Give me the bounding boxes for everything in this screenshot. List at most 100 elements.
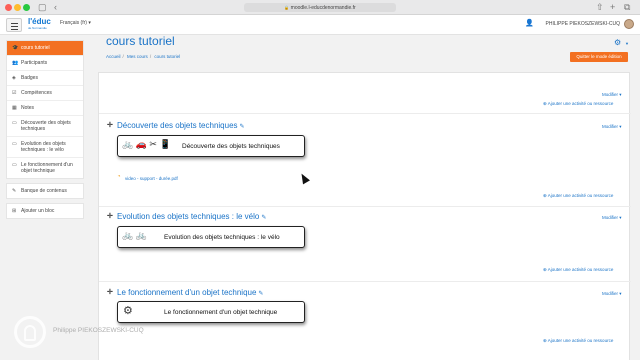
sidebar-item-add-block[interactable]: ⊞ Ajouter un bloc	[7, 204, 83, 218]
add-activity-link[interactable]: ⊕ Ajouter une activité ou ressource	[543, 338, 613, 344]
top-navbar: l'éduc de Normandie Français (fr) ▾ 👤 PH…	[0, 15, 640, 35]
table-icon: ▦	[12, 105, 17, 111]
language-selector[interactable]: Français (fr) ▾	[60, 20, 91, 26]
section-title-text: Découverte des objets techniques	[117, 121, 238, 130]
sidebar-item-label: Badges	[21, 75, 38, 81]
sidebar-item-label: Participants	[21, 60, 48, 66]
lock-icon: 🔒	[284, 5, 290, 10]
section-banner: 🚲 🚲 Evolution des objets techniques : le…	[117, 226, 305, 248]
sidebar-item-label: Evolution des objets techniques : le vél…	[21, 141, 66, 153]
banner-text: Découverte des objets techniques	[182, 143, 280, 150]
site-logo[interactable]: l'éduc de Normandie	[28, 17, 54, 32]
section-banner: 🚲 🚗 ✂ 📱 Découverte des objets techniques	[117, 135, 305, 157]
chevron-down-icon[interactable]: ▼	[625, 41, 629, 46]
add-activity-label: Ajouter une activité ou ressource	[547, 193, 614, 198]
section-title-text: Evolution des objets techniques : le vél…	[117, 212, 260, 221]
share-icon[interactable]: ⇧	[596, 1, 604, 14]
move-icon[interactable]: ✛	[107, 212, 113, 220]
sidebar-item-label: Découverte des objets techniques	[21, 120, 71, 132]
sidebar-item-label: cours tutoriel	[21, 45, 50, 51]
sidebar-extra-group: ⊞ Ajouter un bloc	[6, 203, 84, 219]
section-title[interactable]: Découverte des objets techniques ✎	[117, 121, 245, 130]
back-arrow-icon[interactable]: ‹	[54, 1, 57, 14]
sidebar-nav: 🎓 cours tutoriel 👥 Participants ◈ Badges ☑ C…	[6, 40, 84, 223]
watermark-logo	[14, 316, 46, 348]
sidebar-item-competences[interactable]: ☑ Compétences	[7, 86, 83, 101]
zoom-window-icon[interactable]	[23, 4, 30, 11]
pencil-icon[interactable]: ✎	[258, 291, 263, 297]
url-text: moodle.l-educdenormandie.fr	[290, 5, 356, 11]
modify-menu[interactable]: Modifier ▾	[602, 92, 622, 98]
new-tab-icon[interactable]: +	[610, 1, 615, 14]
pdf-file-icon: ◔	[117, 174, 121, 180]
file-link[interactable]: video - support - durée.pdf	[125, 176, 178, 181]
minimize-window-icon[interactable]	[14, 4, 21, 11]
sidebar-item-label: Notes	[21, 105, 35, 111]
graduation-cap-icon: 🎓	[12, 45, 19, 51]
sidebar-item-label: Compétences	[21, 90, 52, 96]
add-activity-link[interactable]: ⊕ Ajouter une activité ou ressource	[543, 193, 613, 199]
sidebar-item-section-1[interactable]: ▭ Découverte des objets techniques	[7, 116, 83, 137]
quit-edit-mode-button[interactable]: Quitter le mode édition	[570, 52, 628, 62]
gears-icon: ⚙	[123, 305, 133, 317]
page-title: cours tutoriel	[106, 34, 175, 48]
banner-text: Le fonctionnement d'un objet technique	[164, 309, 278, 316]
breadcrumb-my-courses[interactable]: Mes cours	[127, 54, 148, 59]
close-window-icon[interactable]	[5, 4, 12, 11]
sidebar-tools-group: ✎ Banque de contenus	[6, 183, 84, 199]
add-activity-link[interactable]: ⊕ Ajouter une activité ou ressource	[543, 101, 613, 107]
add-activity-label: Ajouter une activité ou ressource	[547, 267, 614, 272]
sidebar-item-participants[interactable]: 👥 Participants	[7, 56, 83, 71]
section-banner: ⚙ Le fonctionnement d'un objet technique	[117, 301, 305, 323]
modify-menu[interactable]: Modifier ▾	[602, 215, 622, 221]
section-title-text: Le fonctionnement d'un objet technique	[117, 288, 257, 297]
add-activity-link[interactable]: ⊕ Ajouter une activité ou ressource	[543, 267, 613, 273]
sidebar-item-badges[interactable]: ◈ Badges	[7, 71, 83, 86]
plus-square-icon: ⊞	[12, 208, 17, 214]
sidebar-toggle-icon[interactable]: ▢	[38, 1, 47, 14]
bicycle-icon: 🚲 🚲	[122, 230, 147, 240]
add-activity-label: Ajouter une activité ou ressource	[547, 101, 614, 106]
user-menu[interactable]: PHILIPPE PIEKOSZEWSKI-CUQ	[546, 21, 620, 27]
avatar[interactable]	[624, 19, 634, 29]
pencil-icon[interactable]: ✎	[240, 124, 245, 130]
paint-brush-icon: ✎	[12, 188, 17, 194]
folder-icon: ▭	[12, 120, 17, 126]
badge-icon: ◈	[12, 75, 16, 81]
section-divider	[99, 206, 631, 207]
breadcrumb-course[interactable]: cours tutoriel	[154, 54, 180, 59]
modify-menu[interactable]: Modifier ▾	[602, 291, 622, 297]
users-icon: 👥	[12, 60, 19, 66]
section-divider	[99, 113, 631, 114]
sidebar-item-content-bank[interactable]: ✎ Banque de contenus	[7, 184, 83, 198]
banner-text: Evolution des objets techniques : le vél…	[164, 234, 280, 241]
gear-icon[interactable]: ⚙	[614, 38, 621, 47]
section-divider	[99, 281, 631, 282]
tab-overview-icon[interactable]: ⧉	[624, 1, 630, 14]
sidebar-item-label: Ajouter un bloc	[21, 208, 55, 214]
breadcrumb-home[interactable]: Accueil	[106, 54, 121, 59]
url-bar[interactable]: 🔒 moodle.l-educdenormandie.fr	[244, 3, 396, 12]
sidebar-course-group: 🎓 cours tutoriel 👥 Participants ◈ Badges ☑ C…	[6, 40, 84, 179]
section-title[interactable]: Le fonctionnement d'un objet technique ✎	[117, 288, 263, 297]
check-square-icon: ☑	[12, 90, 17, 96]
add-activity-label: Ajouter une activité ou ressource	[547, 338, 614, 343]
modify-menu[interactable]: Modifier ▾	[602, 124, 622, 130]
sidebar-item-notes[interactable]: ▦ Notes	[7, 101, 83, 116]
sidebar-item-label: Le fonctionnement d'un objet technique	[21, 162, 73, 174]
objects-icons: 🚲 🚗 ✂ 📱	[122, 139, 171, 149]
pencil-icon[interactable]: ✎	[261, 215, 266, 221]
folder-icon: ▭	[12, 141, 17, 147]
breadcrumb: Accueil / Mes cours / cours tutoriel	[106, 54, 181, 59]
folder-icon: ▭	[12, 162, 17, 168]
move-icon[interactable]: ✛	[107, 288, 113, 296]
hamburger-menu-button[interactable]	[6, 18, 22, 32]
section-title[interactable]: Evolution des objets techniques : le vél…	[117, 212, 266, 221]
sidebar-item-section-2[interactable]: ▭ Evolution des objets techniques : le vé…	[7, 137, 83, 158]
move-icon[interactable]: ✛	[107, 121, 113, 129]
sidebar-item-section-3[interactable]: ▭ Le fonctionnement d'un objet technique	[7, 158, 83, 178]
sidebar-item-course[interactable]: 🎓 cours tutoriel	[7, 41, 83, 56]
course-content: Modifier ▾ ⊕ Ajouter une activité ou res…	[98, 72, 631, 360]
browser-toolbar: ▢ ‹ 🔒 moodle.l-educdenormandie.fr ⇧ + ⧉	[0, 0, 640, 15]
user-icon[interactable]: 👤	[525, 19, 534, 27]
